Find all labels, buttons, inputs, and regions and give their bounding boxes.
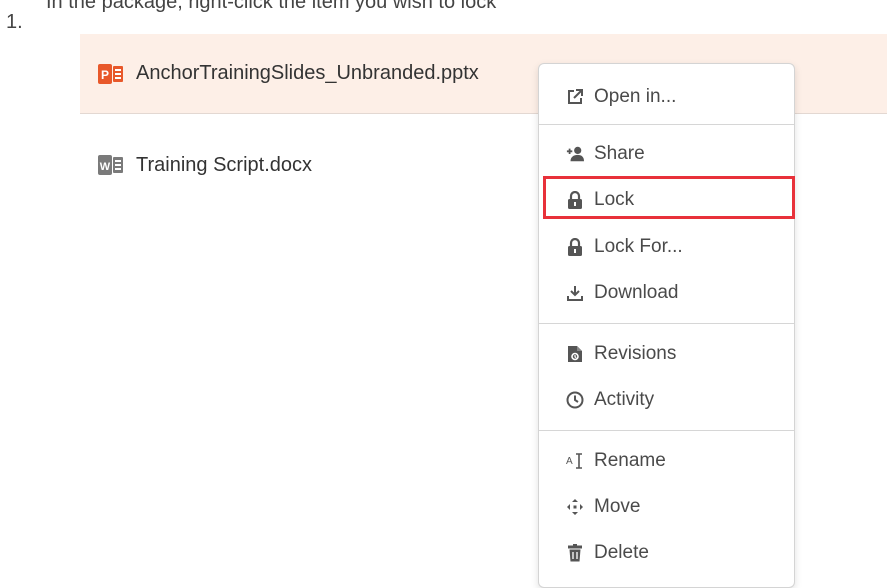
menu-divider — [539, 430, 794, 431]
file-name: Training Script.docx — [136, 153, 312, 176]
move-arrows-icon — [566, 498, 584, 516]
menu-divider — [539, 323, 794, 324]
step-number: 1. — [6, 11, 23, 33]
file-name: AnchorTrainingSlides_Unbranded.pptx — [136, 62, 479, 84]
file-revisions-icon — [566, 345, 584, 363]
svg-text:P: P — [101, 68, 109, 82]
user-plus-icon — [566, 145, 584, 163]
menu-item-download[interactable]: Download — [539, 275, 794, 311]
svg-text:A: A — [566, 456, 573, 467]
lock-icon — [566, 191, 584, 209]
menu-item-rename[interactable]: A Rename — [539, 443, 794, 479]
menu-item-share[interactable]: Share — [539, 136, 794, 172]
menu-item-lock-for[interactable]: Lock For... — [539, 229, 794, 265]
menu-item-open-in[interactable]: Open in... — [539, 79, 794, 115]
clock-icon — [566, 391, 584, 409]
menu-item-delete[interactable]: Delete — [539, 535, 794, 571]
download-icon — [566, 284, 584, 302]
lock-icon — [566, 238, 584, 256]
svg-text:W: W — [100, 161, 111, 173]
menu-item-revisions[interactable]: Revisions — [539, 336, 794, 372]
menu-item-activity[interactable]: Activity — [539, 382, 794, 418]
instruction-text-cropped: In the package, right-click the item you… — [46, 0, 497, 13]
rename-cursor-icon: A — [566, 452, 584, 470]
external-link-icon — [566, 88, 584, 106]
menu-item-move[interactable]: Move — [539, 489, 794, 525]
word-file-icon: W — [98, 155, 123, 175]
powerpoint-file-icon: P — [98, 63, 123, 84]
menu-divider — [539, 124, 794, 125]
menu-item-lock[interactable]: Lock — [539, 182, 794, 218]
trash-icon — [566, 544, 584, 562]
context-menu: Open in... Share Lock Lock For... Downlo… — [538, 63, 795, 588]
